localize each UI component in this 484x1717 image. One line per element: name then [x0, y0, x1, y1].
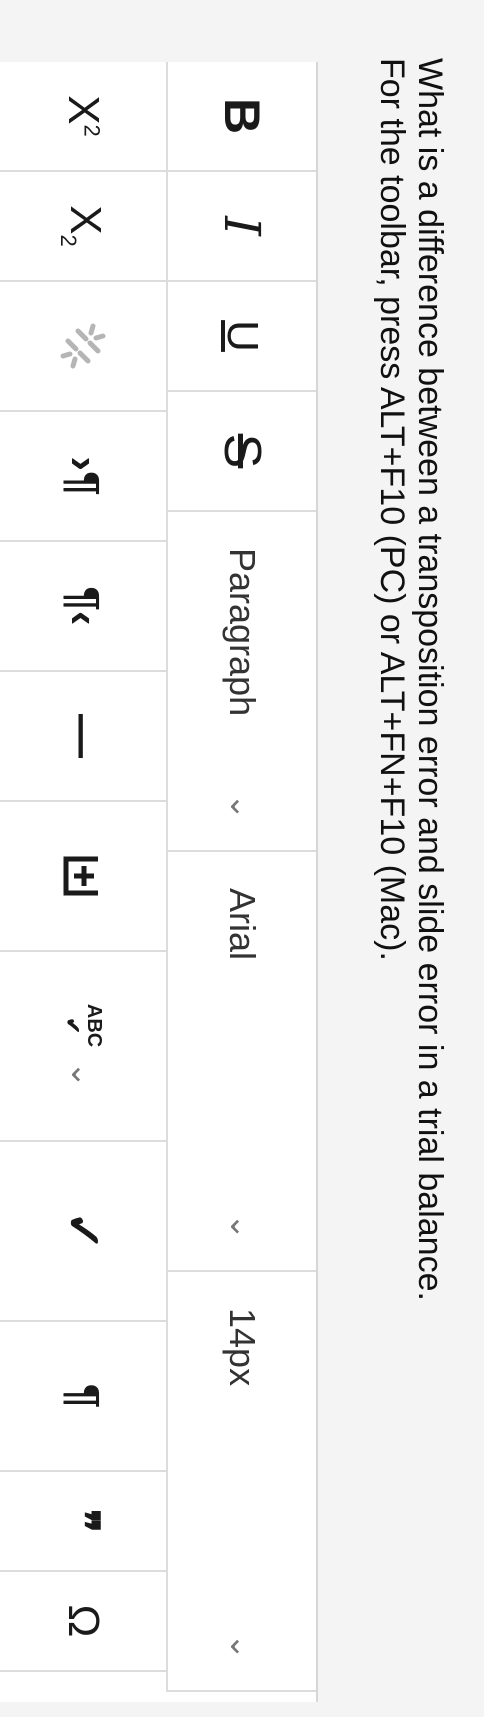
bold-icon: B [214, 97, 270, 135]
checkmark-button[interactable]: ✓ [0, 1142, 166, 1322]
rtl-paragraph-icon: ¶‹ [59, 586, 108, 626]
horizontal-line-icon: — [59, 714, 108, 758]
subscript-icon: X2 [56, 205, 111, 247]
chevron-down-icon: ⌄ [65, 1061, 101, 1089]
spellcheck-icon: ABC ✔ [61, 1003, 105, 1048]
underline-icon: U [218, 320, 267, 352]
italic-icon: I [213, 216, 271, 236]
font-family-select[interactable]: Arial ⌄ [166, 852, 316, 1272]
toolbar-row-2: X2 X2 ›¶ ¶‹ — ABC ✔ ⌄ ✓ ¶ ❞ Ω [0, 62, 166, 1672]
superscript-icon: X2 [59, 95, 108, 137]
insert-icon [63, 856, 98, 896]
font-size-select[interactable]: 14px ⌄ [166, 1272, 316, 1692]
superscript-button[interactable]: X2 [0, 62, 166, 172]
question-prompt: What is a difference between a transposi… [411, 58, 449, 1301]
chevron-down-icon: ⌄ [224, 1633, 260, 1660]
paragraph-format-value: Paragraph [222, 548, 263, 717]
omega-icon: Ω [59, 1604, 108, 1638]
chevron-down-icon: ⌄ [224, 1213, 260, 1240]
strikethrough-icon: S [213, 433, 271, 469]
italic-button[interactable]: I [166, 172, 316, 282]
font-family-value: Arial [222, 888, 263, 961]
ltr-direction-button[interactable]: ›¶ [0, 412, 166, 542]
chevron-down-icon: ⌄ [224, 793, 260, 820]
bold-button[interactable]: B [166, 62, 316, 172]
unlink-icon [60, 323, 106, 369]
pilcrow-icon: ¶ [59, 1383, 108, 1409]
blockquote-icon: ❞ [58, 1509, 108, 1533]
rich-text-editor: B I U S Paragraph ⌄ Arial ⌄ 14px ⌄ X2 X2… [0, 62, 318, 1702]
show-blocks-button[interactable]: ¶ [0, 1322, 166, 1472]
paragraph-format-select[interactable]: Paragraph ⌄ [166, 512, 316, 852]
checkmark-icon: ✓ [56, 1210, 109, 1252]
horizontal-line-button[interactable]: — [0, 672, 166, 802]
strikethrough-button[interactable]: S [166, 392, 316, 512]
rtl-direction-button[interactable]: ¶‹ [0, 542, 166, 672]
screen: What is a difference between a transposi… [0, 0, 484, 1717]
special-character-button[interactable]: Ω [0, 1572, 166, 1672]
subscript-button[interactable]: X2 [0, 172, 166, 282]
insert-button[interactable] [0, 802, 166, 952]
font-size-value: 14px [222, 1308, 263, 1387]
blockquote-button[interactable]: ❞ [0, 1472, 166, 1572]
underline-button[interactable]: U [166, 282, 316, 392]
unlink-button[interactable] [0, 282, 166, 412]
toolbar-row-1: B I U S Paragraph ⌄ Arial ⌄ 14px ⌄ [166, 62, 316, 1692]
ltr-paragraph-icon: ›¶ [59, 456, 108, 496]
toolbar-hint: For the toolbar, press ALT+F10 (PC) or A… [373, 58, 411, 961]
spellcheck-button[interactable]: ABC ✔ ⌄ [0, 952, 166, 1142]
